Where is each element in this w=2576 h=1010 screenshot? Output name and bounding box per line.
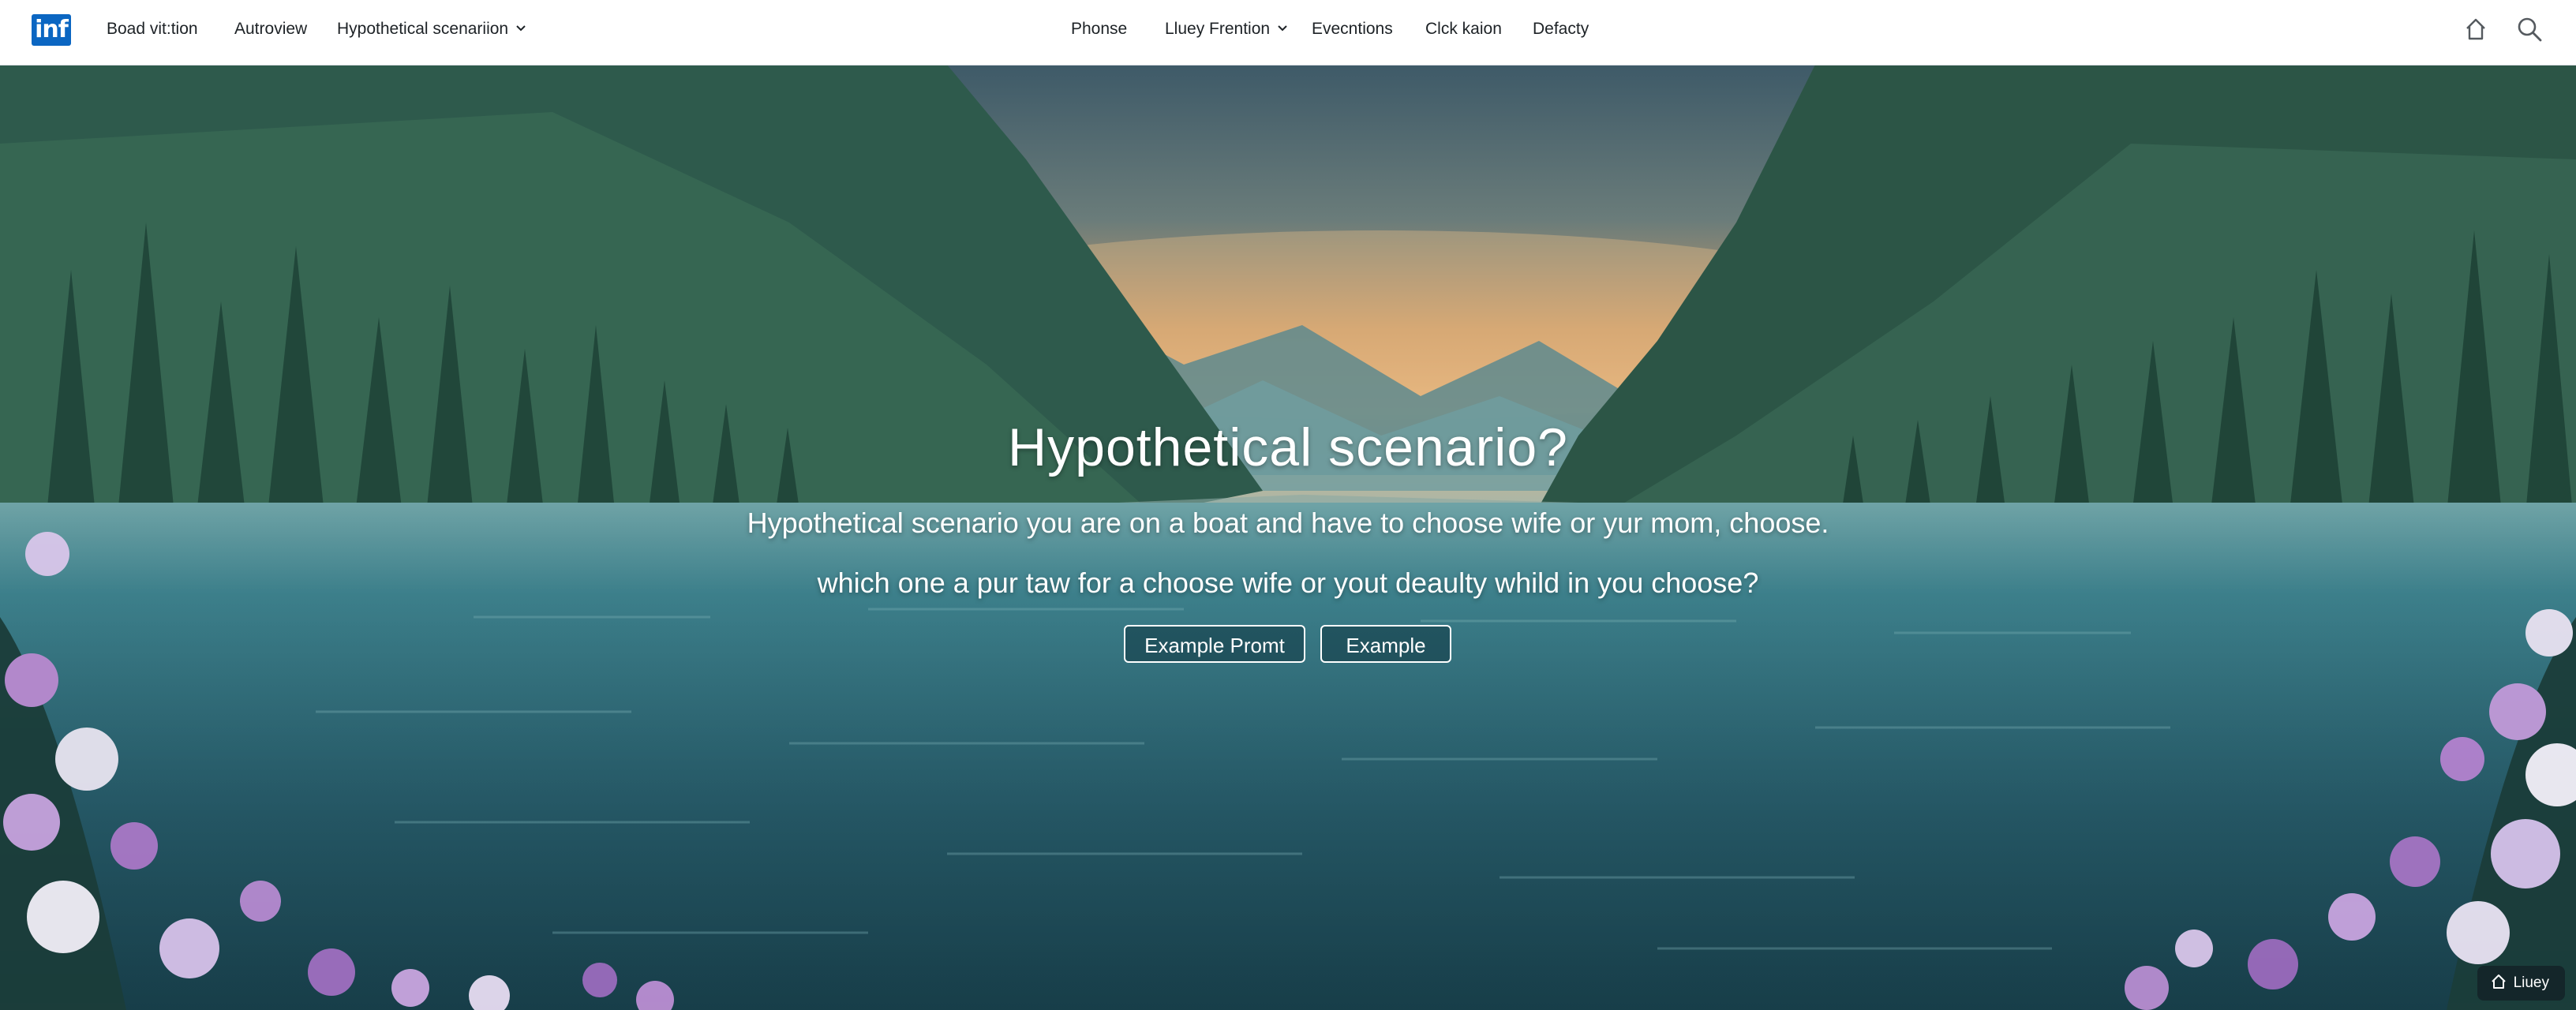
nav-item-hypothetical-scenario[interactable]: Hypothetical scenariion	[337, 0, 526, 58]
nav-item-defacty[interactable]: Defacty	[1533, 0, 1589, 58]
hero-description-line-2: which one a pur taw for a choose wife or…	[817, 567, 1759, 599]
top-navbar: inf Boad vit:tion Autroview Hypothetical…	[0, 0, 2576, 65]
hero-description-line-1: Hypothetical scenario you are on a boat …	[747, 507, 1829, 539]
search-icon[interactable]	[2516, 16, 2543, 43]
nav-item-clck-kaion[interactable]: Clck kaion	[1425, 0, 1502, 58]
nav-item-phones[interactable]: Phonse	[1071, 0, 1127, 58]
page: inf Boad vit:tion Autroview Hypothetical…	[0, 0, 2576, 1010]
example-prompt-button[interactable]: Example Promt	[1124, 625, 1305, 663]
nav-item-overview[interactable]: Autroview	[234, 0, 307, 58]
example-button[interactable]: Example	[1320, 625, 1451, 663]
nav-item-lluey-frention[interactable]: Lluey Frention	[1165, 0, 1287, 58]
chevron-down-icon	[1278, 0, 1287, 56]
live-badge[interactable]: Liuey	[2477, 966, 2565, 1001]
home-icon	[2491, 974, 2506, 989]
logo[interactable]: inf	[32, 14, 71, 46]
nav-item-label: Lluey Frention	[1165, 20, 1271, 38]
hero-section: Hypothetical scenario? Hypothetical scen…	[0, 65, 2576, 1010]
hero-title: Hypothetical scenario?	[1008, 417, 1568, 477]
nav-item-board[interactable]: Boad vit:tion	[107, 0, 198, 58]
nav-item-label: Hypothetical scenariion	[337, 20, 509, 38]
live-badge-label: Liuey	[2513, 974, 2549, 991]
chevron-down-icon	[516, 0, 526, 56]
nav-item-evecntions[interactable]: Evecntions	[1312, 0, 1393, 58]
home-icon[interactable]	[2462, 16, 2489, 43]
